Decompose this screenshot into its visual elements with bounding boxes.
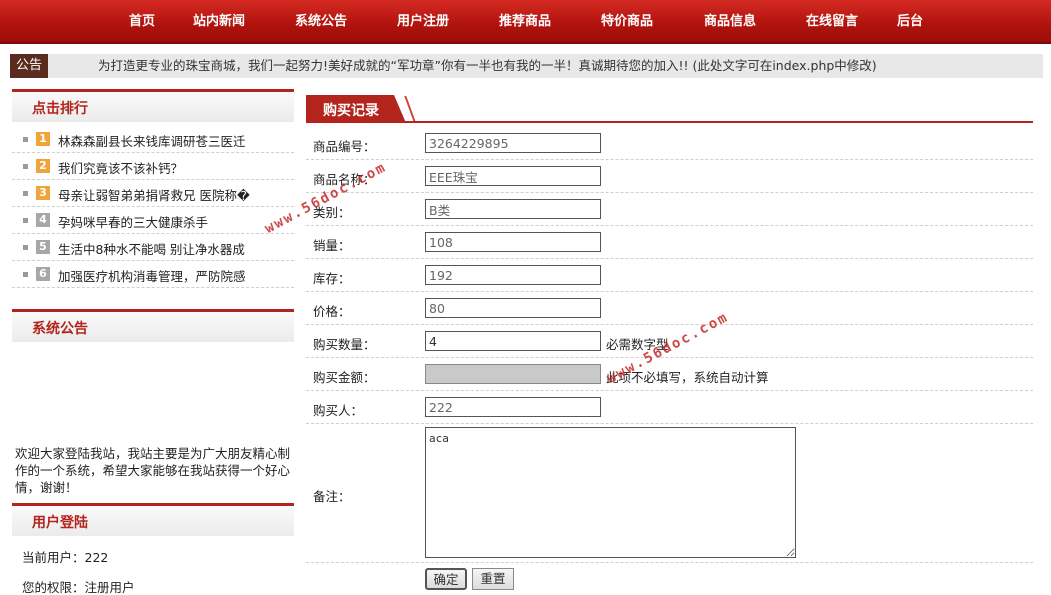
price-label: 价格： — [313, 304, 351, 319]
bullet-icon — [23, 191, 28, 196]
category-field[interactable] — [425, 199, 601, 219]
stock-field[interactable] — [425, 265, 601, 285]
remark-textarea[interactable]: aca — [425, 427, 796, 558]
qty-field[interactable] — [425, 331, 601, 351]
notice-bar: 公告 为打造更专业的珠宝商城，我们一起努力!美好成就的“军功章”你有一半也有我的… — [10, 54, 1043, 78]
nav-register[interactable]: 用户注册 — [397, 0, 449, 44]
rank-item-link[interactable]: 加强医疗机构消毒管理，严防院感 — [58, 266, 246, 285]
nav-recommended[interactable]: 推荐商品 — [499, 0, 551, 44]
rank-number: 3 — [36, 186, 50, 200]
list-item[interactable]: 6 加强医疗机构消毒管理，严防院感 — [12, 261, 294, 288]
notice-tag: 公告 — [10, 54, 48, 78]
login-box-header: 用户登陆 — [12, 503, 294, 536]
current-user: 当前用户：222 — [22, 550, 109, 565]
row-divider — [306, 357, 1033, 358]
rank-item-link[interactable]: 母亲让弱智弟弟捐肾救兄 医院称� — [58, 185, 250, 204]
rank-box-title: 点击排行 — [32, 101, 88, 117]
row-divider — [306, 390, 1033, 391]
announce-box-header: 系统公告 — [12, 309, 294, 342]
row-divider — [306, 192, 1033, 193]
rank-item-link[interactable]: 林森森副县长来钱库调研苍三医迁 — [58, 131, 246, 150]
stock-label: 库存： — [313, 271, 351, 286]
welcome-text: 欢迎大家登陆我站，我站主要是为广大朋友精心制作的一个系统，希望大家能够在我站获得… — [15, 446, 291, 495]
rank-number: 4 — [36, 213, 50, 227]
tab-edge-decoration — [403, 96, 417, 122]
rank-item-link[interactable]: 我们究竟该不该补钙？ — [58, 158, 183, 177]
rank-number: 5 — [36, 240, 50, 254]
panel-divider — [306, 121, 1033, 123]
page-title: 购买记录 — [323, 103, 379, 119]
list-item[interactable]: 3 母亲让弱智弟弟捐肾救兄 医院称� — [12, 180, 294, 207]
panel-tab: 购买记录 — [306, 95, 406, 123]
announce-box-title: 系统公告 — [32, 321, 88, 337]
amount-field — [425, 364, 601, 384]
nav-news[interactable]: 站内新闻 — [193, 0, 245, 44]
code-label: 商品编号： — [313, 139, 376, 154]
price-field[interactable] — [425, 298, 601, 318]
row-divider — [306, 423, 1033, 424]
nav-messages[interactable]: 在线留言 — [806, 0, 858, 44]
row-divider — [306, 258, 1033, 259]
bullet-icon — [23, 245, 28, 250]
nav-announcements[interactable]: 系统公告 — [295, 0, 347, 44]
row-divider — [306, 225, 1033, 226]
rank-box-header: 点击排行 — [12, 89, 294, 122]
bullet-icon — [23, 137, 28, 142]
remark-label: 备注： — [313, 489, 351, 504]
list-item[interactable]: 5 生活中8种水不能喝 别让净水器成 — [12, 234, 294, 261]
login-box-title: 用户登陆 — [32, 515, 88, 531]
list-item[interactable]: 2 我们究竟该不该补钙？ — [12, 153, 294, 180]
nav-products[interactable]: 商品信息 — [704, 0, 756, 44]
top-navigation: 首页 站内新闻 系统公告 用户注册 推荐商品 特价商品 商品信息 在线留言 后台 — [0, 0, 1051, 44]
code-field[interactable] — [425, 133, 601, 153]
nav-admin[interactable]: 后台 — [897, 0, 923, 44]
list-item[interactable]: 1 林森森副县长来钱库调研苍三医迁 — [12, 126, 294, 153]
rank-number: 2 — [36, 159, 50, 173]
confirm-button[interactable]: 确定 — [425, 568, 467, 590]
row-divider — [306, 324, 1033, 325]
rank-item-link[interactable]: 孕妈咪早春的三大健康杀手 — [58, 212, 208, 231]
rank-number: 1 — [36, 132, 50, 146]
reset-button[interactable]: 重置 — [472, 568, 514, 590]
row-divider — [306, 562, 1033, 563]
rank-number: 6 — [36, 267, 50, 281]
sales-field[interactable] — [425, 232, 601, 252]
bullet-icon — [23, 218, 28, 223]
nav-home[interactable]: 首页 — [129, 0, 155, 44]
sales-label: 销量： — [313, 238, 351, 253]
bullet-icon — [23, 272, 28, 277]
row-divider — [306, 159, 1033, 160]
user-permission: 您的权限：注册用户 — [22, 580, 135, 595]
bullet-icon — [23, 164, 28, 169]
row-divider — [306, 291, 1033, 292]
rank-item-link[interactable]: 生活中8种水不能喝 别让净水器成 — [58, 239, 245, 258]
rank-list: 1 林森森副县长来钱库调研苍三医迁 2 我们究竟该不该补钙？ 3 母亲让弱智弟弟… — [12, 126, 294, 288]
list-item[interactable]: 4 孕妈咪早春的三大健康杀手 — [12, 207, 294, 234]
amount-label: 购买金额： — [313, 370, 376, 385]
buyer-field[interactable] — [425, 397, 601, 417]
notice-text: 为打造更专业的珠宝商城，我们一起努力!美好成就的“军功章”你有一半也有我的一半！… — [98, 58, 877, 73]
qty-label: 购买数量： — [313, 337, 376, 352]
buyer-label: 购买人： — [313, 403, 364, 418]
name-field[interactable] — [425, 166, 601, 186]
nav-specials[interactable]: 特价商品 — [601, 0, 653, 44]
